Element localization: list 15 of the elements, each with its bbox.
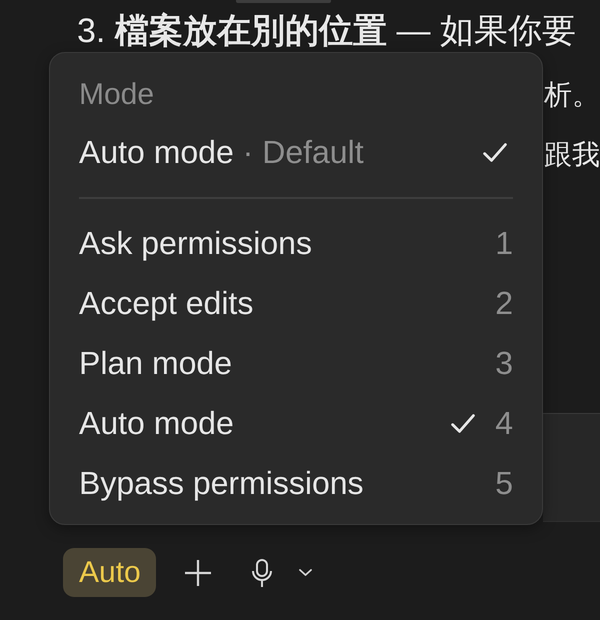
menu-item[interactable]: Ask permissions 1 bbox=[79, 213, 513, 273]
menu-item[interactable]: Plan mode 3 bbox=[79, 333, 513, 393]
menu-item[interactable]: Bypass permissions 5 bbox=[79, 453, 513, 513]
plus-icon[interactable] bbox=[184, 560, 211, 586]
list-number: 3. bbox=[77, 12, 106, 50]
menu-item[interactable]: Auto mode 4 bbox=[79, 393, 513, 453]
paragraph-text: 析。 bbox=[544, 78, 600, 112]
microphone-icon[interactable] bbox=[252, 558, 272, 586]
mode-button[interactable]: Auto bbox=[63, 548, 156, 597]
menu-item[interactable]: Auto mode · Default bbox=[79, 122, 513, 182]
paragraph-text: 跟我 bbox=[544, 138, 600, 172]
chevron-down-icon[interactable] bbox=[298, 569, 312, 576]
menu-header: Mode bbox=[79, 77, 156, 113]
paragraph-text: 檔案放在別的位置 — 如果你要 bbox=[115, 12, 576, 50]
menu-item[interactable]: Accept edits 2 bbox=[79, 273, 513, 333]
